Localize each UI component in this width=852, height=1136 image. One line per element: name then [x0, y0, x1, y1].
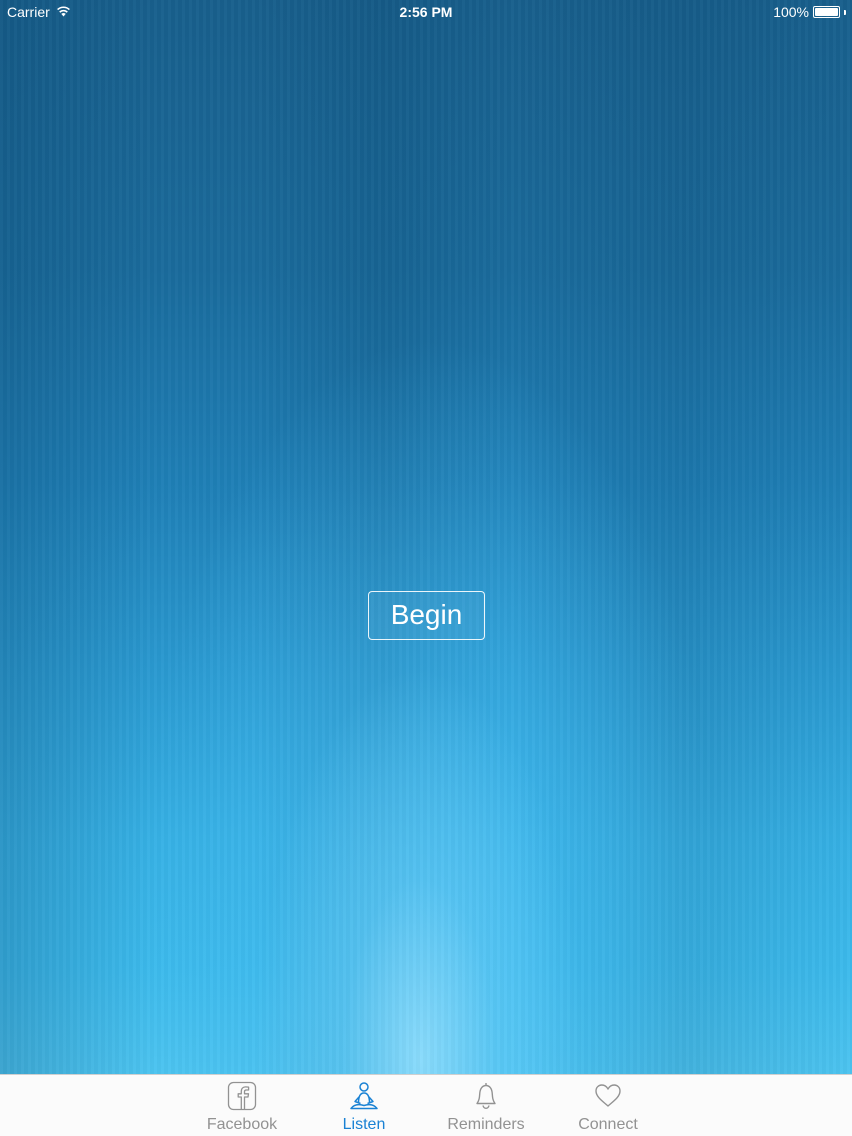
facebook-icon: [187, 1081, 297, 1113]
tab-label-facebook: Facebook: [206, 1116, 278, 1133]
tab-bar: Facebook Listen Reminders Connect: [0, 1074, 852, 1136]
tab-connect[interactable]: Connect: [553, 1075, 663, 1136]
battery-tip: [844, 9, 846, 15]
bell-icon: [431, 1081, 541, 1113]
status-time: 2:56 PM: [399, 4, 453, 20]
status-bar: Carrier 2:56 PM 100%: [0, 0, 852, 24]
tab-reminders[interactable]: Reminders: [431, 1075, 541, 1136]
tab-listen[interactable]: Listen: [309, 1075, 419, 1136]
battery-percent: 100%: [773, 4, 809, 20]
app-screen: Carrier 2:56 PM 100% Begin Facebook List…: [0, 0, 852, 1136]
battery-icon: [813, 6, 840, 18]
begin-button[interactable]: Begin: [368, 591, 485, 640]
tab-facebook[interactable]: Facebook: [187, 1075, 297, 1136]
status-right: 100%: [773, 4, 846, 20]
meditating-person-icon: [309, 1081, 419, 1113]
heart-icon: [553, 1081, 663, 1113]
tab-label-listen: Listen: [342, 1116, 386, 1133]
tab-label-reminders: Reminders: [447, 1116, 525, 1133]
background-image: [0, 0, 852, 1074]
tab-label-connect: Connect: [578, 1116, 638, 1133]
